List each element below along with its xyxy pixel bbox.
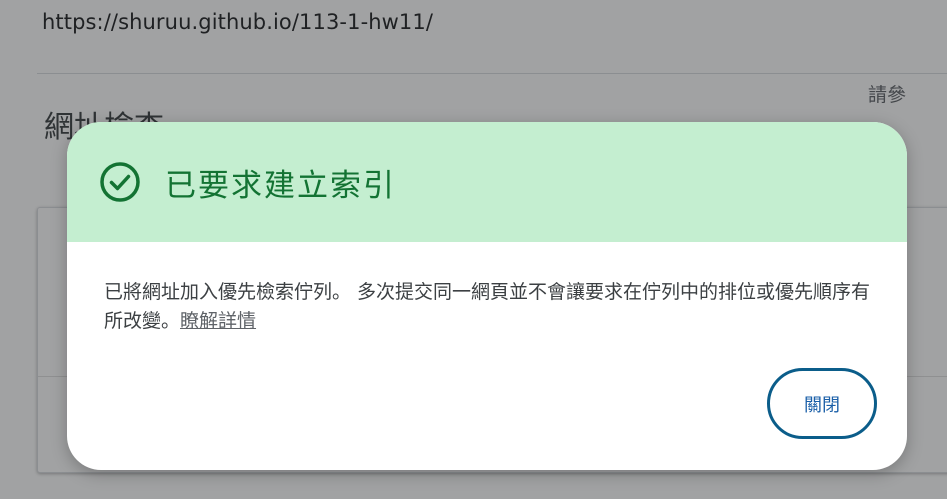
dialog-message: 已將網址加入優先檢索佇列。 多次提交同一網頁並不會讓要求在佇列中的排位或優先順序… bbox=[104, 278, 874, 336]
learn-more-link[interactable]: 瞭解詳情 bbox=[180, 310, 256, 332]
check-circle-icon bbox=[99, 161, 141, 203]
dialog-header: 已要求建立索引 bbox=[67, 122, 907, 242]
close-button[interactable]: 關閉 bbox=[767, 368, 877, 439]
dialog-title: 已要求建立索引 bbox=[165, 168, 396, 204]
indexing-requested-dialog: 已要求建立索引 已將網址加入優先檢索佇列。 多次提交同一網頁並不會讓要求在佇列中… bbox=[67, 122, 907, 470]
